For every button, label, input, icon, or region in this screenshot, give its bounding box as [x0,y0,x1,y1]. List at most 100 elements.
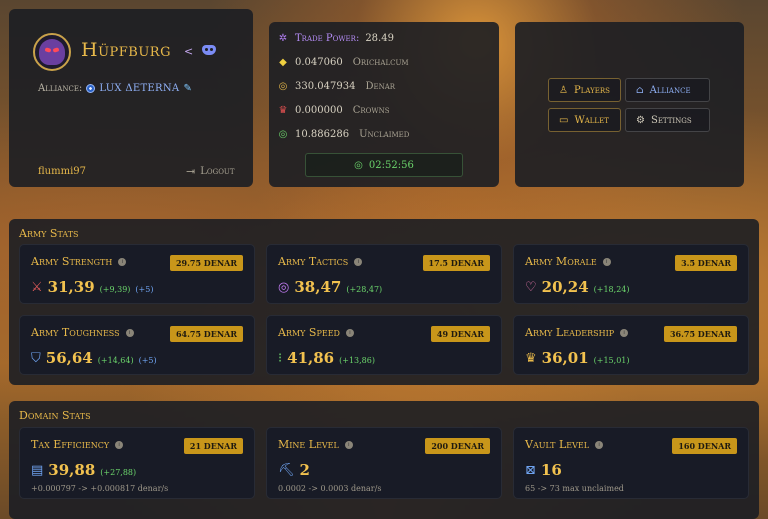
stat-bonus: (+18,24) [593,285,630,294]
logout-button[interactable]: ⇥ Logout [186,165,235,178]
denar-label: Denar [365,81,396,92]
stat-bonus: (+14,64) [97,356,134,365]
stat-value-row: ▤ 39,88 (+27,88) [31,461,136,479]
card-title: Mine Level i [278,438,353,451]
stat-value: 2 [299,461,310,479]
castle-icon: ⌂ [636,84,644,96]
ghost-avatar-icon [39,39,65,65]
stat-value: 36,01 [541,349,589,367]
denar-value: 330.047934 [295,81,356,92]
players-label: Players [573,84,610,96]
info-icon[interactable]: i [118,257,127,266]
army-leadership-card[interactable]: Army Leadership i 36.75 DENAR ♛ 36,01 (+1… [513,315,749,375]
upgrade-price-button[interactable]: 64.75 DENAR [169,326,243,342]
claim-timer-button[interactable]: ◎ 02:52:56 [305,153,463,177]
crowns-label: Crowns [352,105,390,116]
discord-icon[interactable] [202,45,216,55]
unclaimed-label: Unclaimed [359,129,410,140]
vault-icon: ⊠ [525,462,536,478]
wallet-icon: ▭ [559,114,569,126]
upgrade-price-button[interactable]: 17.5 DENAR [422,255,490,271]
mine-level-card[interactable]: Mine Level i 200 DENAR ⛏ 2 0.0002 -> 0.00… [266,427,502,499]
alliance-button[interactable]: ⌂ Alliance [625,78,710,102]
stat-bonus: (+28,47) [346,285,383,294]
sparkle-icon: ✎ [183,83,192,94]
army-morale-card[interactable]: Army Morale i 3.5 DENAR ♡ 20,24 (+18,24) [513,244,749,304]
unclaimed-row: ◎ 10.886286 Unclaimed [277,129,410,140]
wallet-button[interactable]: ▭ Wallet [548,108,621,132]
card-title-text: Army Strength [31,255,113,268]
unclaimed-coins-icon: ◎ [278,129,288,140]
upgrade-price-button[interactable]: 200 DENAR [425,438,490,454]
logout-icon: ⇥ [186,165,196,178]
army-speed-card[interactable]: Army Speed i 49 DENAR ⁝ 41,86 (+13,86) [266,315,502,375]
settings-button[interactable]: ⚙ Settings [625,108,710,132]
profile-panel: Hüpfburg < Alliance: LUX ΔETERNA ✎ flumm… [9,9,253,187]
players-button[interactable]: ♙ Players [548,78,621,102]
info-icon[interactable]: i [354,257,363,266]
upgrade-price-button[interactable]: 21 DENAR [183,438,243,454]
upgrade-price-button[interactable]: 49 DENAR [430,326,490,342]
upgrade-price-button[interactable]: 36.75 DENAR [663,326,737,342]
stat-value-row: ◎ 38,47 (+28,47) [278,278,382,296]
army-strength-card[interactable]: Army Strength i 29.75 DENAR ⚔ 31,39 (+9,3… [19,244,255,304]
info-icon[interactable]: i [345,328,354,337]
sword-icon: ⚔ [31,279,43,295]
card-title-text: Mine Level [278,438,339,451]
upgrade-price-button[interactable]: 160 DENAR [672,438,737,454]
stat-bonus: (+15,01) [593,356,630,365]
avatar [33,33,71,71]
card-title-text: Army Tactics [278,255,349,268]
card-title: Army Morale i [525,255,611,268]
army-stats-panel: Army Stats Army Strength i 29.75 DENAR ⚔ … [9,219,759,385]
card-title-text: Army Morale [525,255,597,268]
crown-icon: ♛ [278,105,288,116]
tax-efficiency-card[interactable]: Tax Efficiency i 21 DENAR ▤ 39,88 (+27,88… [19,427,255,499]
stat-bonus: (+9,39) [99,285,131,294]
card-title-text: Army Leadership [525,326,615,339]
stat-value-row: ⊠ 16 [525,461,562,479]
upgrade-price-button[interactable]: 29.75 DENAR [169,255,243,271]
info-icon[interactable]: i [620,328,629,337]
vault-level-card[interactable]: Vault Level i 160 DENAR ⊠ 16 65 -> 73 max… [513,427,749,499]
info-icon[interactable]: i [344,440,353,449]
upgrade-price-button[interactable]: 3.5 DENAR [675,255,737,271]
heart-icon: ♡ [525,279,537,295]
alliance-link[interactable]: LUX ΔETERNA [99,83,179,94]
info-icon[interactable]: i [125,328,134,337]
crown-icon: ♛ [525,350,537,366]
stat-value: 31,39 [47,278,95,296]
card-title: Army Leadership i [525,326,629,339]
unclaimed-value: 10.886286 [295,129,350,140]
stat-value: 56,64 [45,349,93,367]
pickaxe-icon: ⛏ [278,462,295,478]
card-title-text: Vault Level [525,438,590,451]
card-title: Vault Level i [525,438,604,451]
stat-value: 16 [540,461,562,479]
stat-bonus: (+13,86) [339,356,375,365]
stat-note: +0.000797 -> +0.000817 denar/s [31,484,169,493]
domain-stats-title: Domain Stats [19,409,91,422]
alliance-emblem-icon [86,84,96,93]
book-icon: ▤ [31,462,44,478]
orichalcum-value: 0.047060 [295,57,343,68]
stat-value-row: ♛ 36,01 (+15,01) [525,349,630,367]
alliance-row: Alliance: LUX ΔETERNA ✎ [38,83,192,94]
trade-power-value: 28.49 [365,33,394,44]
army-tactics-card[interactable]: Army Tactics i 17.5 DENAR ◎ 38,47 (+28,47… [266,244,502,304]
stat-value: 39,88 [48,461,96,479]
wallet-label: Wallet [574,114,609,126]
denar-row: ◎ 330.047934 Denar [277,81,395,92]
info-icon[interactable]: i [115,440,124,449]
username: Hüpfburg [81,39,171,61]
info-icon[interactable]: i [602,257,611,266]
coins-icon: ◎ [278,81,288,92]
share-icon[interactable]: < [184,45,193,58]
info-icon[interactable]: i [595,440,604,449]
stat-value-row: ⁝ 41,86 (+13,86) [278,349,375,367]
army-toughness-card[interactable]: Army Toughness i 64.75 DENAR ⛉ 56,64 (+14… [19,315,255,375]
trade-power-row: ✲ Trade Power: 28.49 [277,33,394,44]
target-icon: ◎ [278,279,290,295]
stat-value-row: ♡ 20,24 (+18,24) [525,278,630,296]
card-title: Tax Efficiency i [31,438,124,451]
